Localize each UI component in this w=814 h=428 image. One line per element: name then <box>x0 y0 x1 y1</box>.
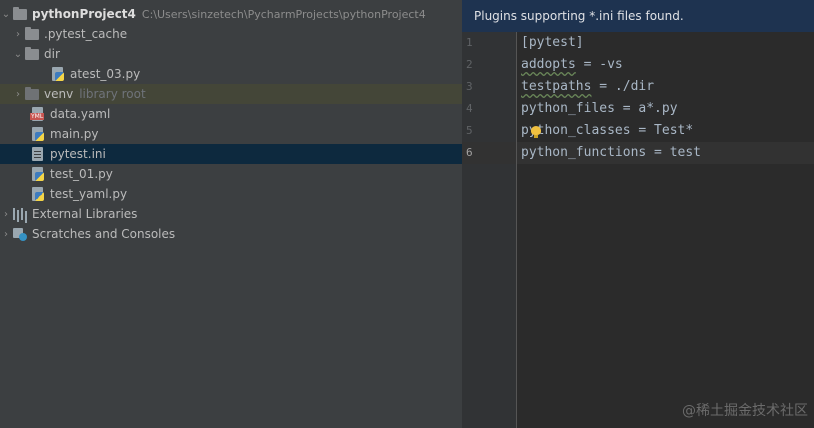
line-number: 1 <box>466 36 473 49</box>
yaml-file-icon <box>30 107 46 121</box>
tree-item-main-py[interactable]: main.py <box>0 124 492 144</box>
project-tree-panel: ⌄ pythonProject4 C:\Users\sinzetech\Pych… <box>0 0 492 428</box>
line-number: 6 <box>466 146 473 159</box>
libraries-icon <box>12 207 28 221</box>
tree-item-pytest-cache[interactable]: › .pytest_cache <box>0 24 474 44</box>
tree-item-dir[interactable]: ⌄ dir <box>0 44 474 64</box>
tree-item-label: .pytest_cache <box>44 27 128 41</box>
editor-panel[interactable]: Plugins supporting *.ini files found. 1 … <box>462 0 814 428</box>
code-line-5[interactable]: python_classes = Test* <box>521 120 693 142</box>
chevron-right-icon[interactable]: › <box>0 229 12 240</box>
code-value: = ./dir <box>591 79 655 94</box>
tree-item-label: Scratches and Consoles <box>32 227 176 241</box>
chevron-right-icon[interactable]: › <box>12 29 24 40</box>
python-file-icon <box>50 67 66 81</box>
python-file-icon <box>30 127 46 141</box>
tree-item-label: test_01.py <box>50 167 113 181</box>
tree-item-pytest-ini[interactable]: pytest.ini <box>0 144 492 164</box>
project-name: pythonProject4 <box>32 7 136 21</box>
tree-item-label: venv <box>44 87 74 101</box>
chevron-right-icon[interactable]: › <box>0 209 12 220</box>
code-key-addopts: addopts <box>521 57 576 72</box>
code-key-testpaths: testpaths <box>521 79 592 94</box>
code-line-1[interactable]: [pytest] <box>521 32 584 54</box>
folder-icon <box>12 7 28 21</box>
tree-item-label: data.yaml <box>50 107 111 121</box>
tree-item-data-yaml[interactable]: data.yaml <box>0 104 492 124</box>
chevron-down-icon[interactable]: ⌄ <box>0 9 12 20</box>
tree-item-label: External Libraries <box>32 207 138 221</box>
tree-item-label: dir <box>44 47 60 61</box>
code-line-6[interactable]: python_functions = test <box>521 142 701 164</box>
python-file-icon <box>30 187 46 201</box>
tree-item-test-yaml[interactable]: test_yaml.py <box>0 184 492 204</box>
tree-item-test-01[interactable]: test_01.py <box>0 164 492 184</box>
line-number: 4 <box>466 102 473 115</box>
chevron-right-icon[interactable]: › <box>12 89 24 100</box>
code-value: = -vs <box>575 57 623 72</box>
project-path: C:\Users\sinzetech\PycharmProjects\pytho… <box>141 7 426 21</box>
code-line-4[interactable]: python_files = a*.py <box>521 98 678 120</box>
chevron-down-icon[interactable]: ⌄ <box>12 49 24 60</box>
line-number-gutter: 1 2 3 4 5 6 <box>462 32 517 428</box>
scratches-icon <box>12 227 28 241</box>
tree-item-external-libraries[interactable]: › External Libraries <box>0 204 462 224</box>
plugin-notification-banner[interactable]: Plugins supporting *.ini files found. <box>462 0 814 32</box>
tree-item-label: atest_03.py <box>70 67 141 81</box>
tree-item-atest-03[interactable]: atest_03.py <box>0 64 512 84</box>
tree-item-label: main.py <box>50 127 99 141</box>
line-number: 5 <box>466 124 473 137</box>
lightbulb-icon[interactable] <box>531 126 541 138</box>
watermark: @稀土掘金技术社区 <box>682 403 808 419</box>
code-line-3[interactable]: testpaths = ./dir <box>521 76 654 98</box>
tree-root[interactable]: ⌄ pythonProject4 C:\Users\sinzetech\Pych… <box>0 4 462 24</box>
folder-icon <box>24 87 40 101</box>
folder-icon <box>24 27 40 41</box>
tree-item-label: test_yaml.py <box>50 187 128 201</box>
line-number: 3 <box>466 80 473 93</box>
tree-item-scratches[interactable]: › Scratches and Consoles <box>0 224 462 244</box>
code-line-2[interactable]: addopts = -vs <box>521 54 623 76</box>
ini-file-icon <box>30 147 46 161</box>
folder-icon <box>24 47 40 61</box>
tree-item-label: pytest.ini <box>50 147 106 161</box>
line-number: 2 <box>466 58 473 71</box>
tree-item-venv[interactable]: › venv library root <box>0 84 474 104</box>
library-root-hint: library root <box>79 87 146 101</box>
python-file-icon <box>30 167 46 181</box>
